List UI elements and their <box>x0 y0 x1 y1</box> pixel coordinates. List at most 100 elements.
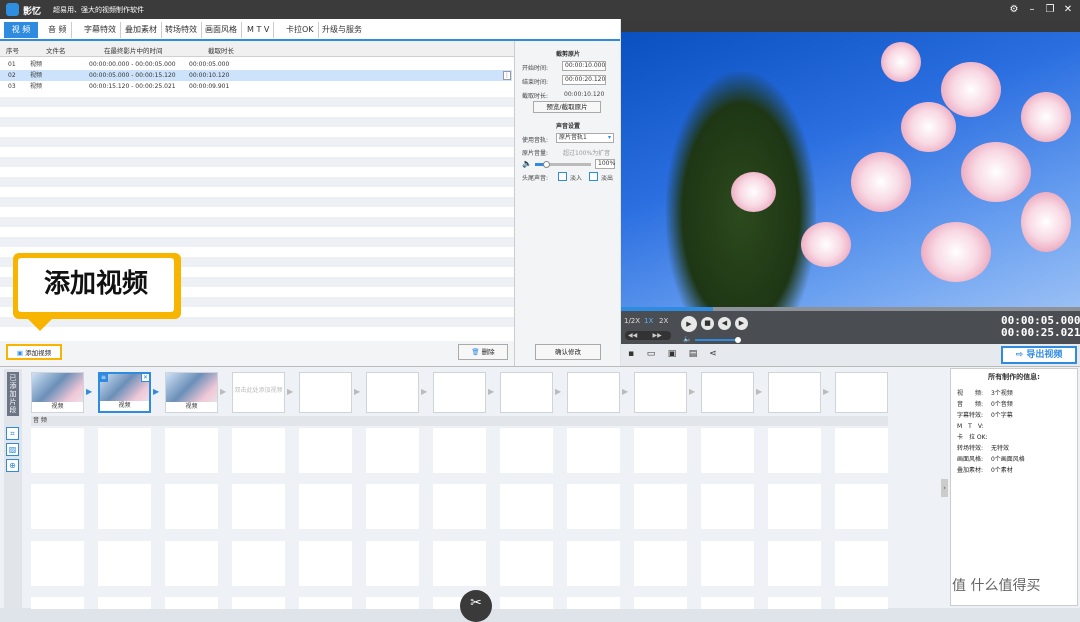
speed-normal-button[interactable]: 1X <box>644 317 653 325</box>
tab-style[interactable]: 画面风格 <box>201 22 242 38</box>
tab-karaoke[interactable]: 卡拉OK <box>282 22 319 38</box>
start-time-input[interactable]: 00:00:10.000 <box>562 61 606 71</box>
stop-icon[interactable]: ■ <box>701 317 714 330</box>
row-time: 00:00:00.000 - 00:00:05.000 <box>89 61 176 68</box>
empty-slot[interactable] <box>634 372 687 413</box>
save-icon[interactable]: ▣ <box>667 349 677 359</box>
preview-blossom <box>851 152 911 212</box>
tab-mtv[interactable]: M T V <box>243 22 275 38</box>
col-time[interactable]: 在最终影片中的时间 <box>104 45 163 55</box>
transition-arrow-icon[interactable]: ▶ <box>220 387 228 397</box>
export-label: 导出视频 <box>1026 350 1063 360</box>
end-time-label: 结束时间: <box>522 79 549 86</box>
empty-slot[interactable] <box>835 372 888 413</box>
transition-arrow-icon: ▶ <box>622 387 629 396</box>
end-time-input[interactable]: 00:00:20.120 <box>562 75 606 85</box>
list-row[interactable]: 01 视频 00:00:00.000 - 00:00:05.000 00:00:… <box>0 59 512 70</box>
tab-video[interactable]: 视 频 <box>4 22 38 38</box>
video-preview[interactable] <box>621 32 1080 308</box>
tab-audio[interactable]: 音 频 <box>44 22 72 38</box>
transition-arrow-icon[interactable]: ▶ <box>153 387 161 397</box>
timeline-clip[interactable]: 视频 <box>31 372 84 413</box>
tab-transition[interactable]: 转场特效 <box>161 22 202 38</box>
row-menu-icon[interactable]: ⋮ <box>503 71 511 80</box>
info-row: 画面风格: 0个画面风格 <box>957 456 1025 463</box>
tab-overlay[interactable]: 叠加素材 <box>121 22 162 38</box>
close-icon[interactable]: ✕ <box>1060 2 1076 17</box>
audio-track-header: 音 频 <box>31 416 888 426</box>
speed-double-button[interactable]: 2X <box>659 317 668 325</box>
clip-remove-icon[interactable]: ✕ <box>141 373 150 382</box>
preview-crop-button[interactable]: 预览/截取原片 <box>533 101 601 113</box>
volume-hint: 超过100%为扩音 <box>563 150 611 157</box>
add-video-button[interactable]: ▣ 添加视频 <box>6 344 62 360</box>
audio-track-select[interactable]: 原片音轨1 ▾ <box>556 133 614 143</box>
speed-half-button[interactable]: 1/2X <box>624 317 640 325</box>
speed-slider[interactable]: ◀◀ ▶▶ <box>625 331 671 340</box>
zoom-icon[interactable]: ⊕ <box>6 459 19 472</box>
image-icon[interactable]: ▨ <box>6 443 19 456</box>
callout-pointer <box>28 319 52 331</box>
add-clip-slot[interactable]: 双击此处添加视频 <box>232 372 285 413</box>
fade-out-checkbox[interactable] <box>589 172 598 181</box>
empty-slot[interactable] <box>433 372 486 413</box>
transition-arrow-icon[interactable]: ▶ <box>86 387 94 397</box>
play-icon[interactable]: ▶ <box>681 316 697 332</box>
empty-slot[interactable] <box>500 372 553 413</box>
timeline-empty-row[interactable] <box>31 428 888 473</box>
timeline-clip-selected[interactable]: ≡ ✕ 视频 <box>98 372 151 413</box>
col-no[interactable]: 序号 <box>6 45 19 55</box>
player-volume-thumb[interactable] <box>735 337 741 343</box>
callout-text: 添加视频 <box>18 258 174 312</box>
fade-in-checkbox[interactable] <box>558 172 567 181</box>
list-header: 序号 文件名 在最终影片中的时间 截取时长 <box>0 41 514 57</box>
tab-upgrade[interactable]: 升级与服务 <box>318 22 366 38</box>
timeline-clip[interactable]: 视频 <box>165 372 218 413</box>
list-row[interactable]: 02 视频 00:00:05.000 - 00:00:15.120 00:00:… <box>0 70 512 81</box>
list-stripe <box>0 177 514 187</box>
list-row[interactable]: 03 视频 00:00:15.120 - 00:00:25.021 00:00:… <box>0 81 512 92</box>
timeline-empty-row[interactable] <box>31 484 888 529</box>
empty-slot[interactable] <box>567 372 620 413</box>
volume-input[interactable]: 100% <box>595 159 615 169</box>
player-volume-slider[interactable] <box>695 337 741 343</box>
minimize-icon[interactable]: – <box>1024 2 1040 17</box>
next-frame-icon[interactable]: ▶ <box>735 317 748 330</box>
share-icon[interactable]: ⋖ <box>708 349 718 359</box>
empty-slot[interactable] <box>366 372 419 413</box>
video-player: 1/2X 1X 2X ◀◀ ▶▶ ▶ ■ ◀ ▶ 🔈 00:00:05.000 … <box>621 19 1080 366</box>
delete-button[interactable]: 🗑 删除 <box>458 344 508 360</box>
crop-duration-label: 截取时长: <box>522 93 549 100</box>
empty-slot[interactable] <box>299 372 352 413</box>
save-as-icon[interactable]: ▤ <box>688 349 698 359</box>
timeline-empty-row[interactable] <box>31 541 888 586</box>
info-row: M T V: <box>957 423 984 430</box>
empty-slot[interactable] <box>768 372 821 413</box>
volume-slider[interactable] <box>535 161 591 168</box>
maximize-icon[interactable]: ❐ <box>1042 2 1058 17</box>
crop-icon[interactable]: ⌗ <box>6 427 19 440</box>
row-name: 视频 <box>30 61 43 68</box>
row-duration: 00:00:09.901 <box>189 83 230 90</box>
confirm-button[interactable]: 确认修改 <box>535 344 601 360</box>
added-clips-label: 已添加片段 <box>7 372 19 416</box>
speaker-icon: 🔈 <box>522 159 532 168</box>
tab-subtitle-effects[interactable]: 字幕特效 <box>80 22 121 38</box>
panel-collapse-icon[interactable]: › <box>941 479 948 497</box>
clip-edit-icon[interactable]: ≡ <box>99 373 108 382</box>
row-time: 00:00:15.120 - 00:00:25.021 <box>89 83 176 90</box>
preview-blossom <box>1021 192 1071 252</box>
open-folder-icon[interactable]: ▭ <box>646 349 656 359</box>
empty-slot[interactable] <box>701 372 754 413</box>
volume-slider-thumb[interactable] <box>543 161 550 168</box>
settings-icon[interactable]: ⚙ <box>1006 2 1022 17</box>
prev-frame-icon[interactable]: ◀ <box>718 317 731 330</box>
preview-blossom <box>901 102 956 152</box>
export-video-button[interactable]: ⇨ 导出视频 <box>1001 346 1077 364</box>
list-stripe <box>0 117 514 127</box>
scissors-icon[interactable]: ✂ <box>460 590 492 622</box>
transition-arrow-icon: ▶ <box>488 387 495 396</box>
col-filename[interactable]: 文件名 <box>46 45 66 55</box>
save-project-icon[interactable]: ▪ <box>626 349 636 359</box>
col-duration[interactable]: 截取时长 <box>208 45 234 55</box>
